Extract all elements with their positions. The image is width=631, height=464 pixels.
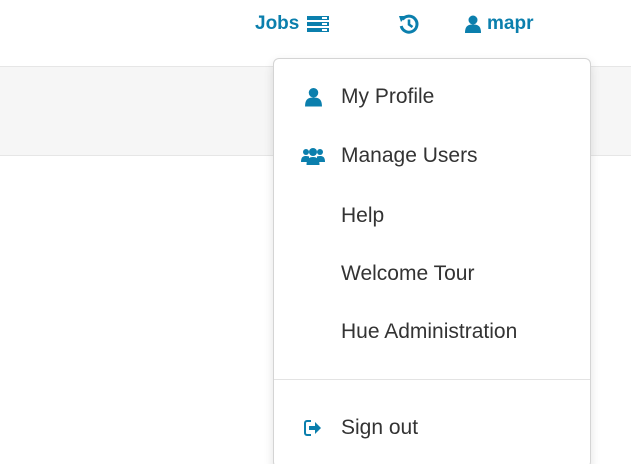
- server-list-icon: [307, 15, 330, 33]
- menu-item-hue-administration[interactable]: Hue Administration: [274, 308, 590, 356]
- menu-item-label: My Profile: [341, 85, 435, 108]
- menu-item-help[interactable]: Help: [274, 192, 590, 240]
- page: Jobs mapr My Profile Manage Users Help W…: [0, 0, 631, 464]
- menu-item-label: Welcome Tour: [341, 262, 475, 285]
- top-navigation: Jobs mapr: [0, 0, 631, 50]
- menu-item-label: Hue Administration: [341, 320, 518, 343]
- user-menu-button[interactable]: mapr: [465, 9, 533, 39]
- menu-item-label: Manage Users: [341, 144, 478, 167]
- history-icon: [398, 13, 420, 35]
- user-dropdown-menu: My Profile Manage Users Help Welcome Tou…: [273, 58, 591, 464]
- users-icon: [300, 147, 326, 166]
- menu-item-label: Help: [341, 204, 385, 227]
- menu-item-label: Sign out: [341, 416, 419, 439]
- user-icon: [465, 15, 481, 33]
- user-name: mapr: [487, 13, 534, 34]
- menu-item-my-profile[interactable]: My Profile: [274, 73, 590, 121]
- user-icon: [300, 88, 326, 107]
- menu-item-sign-out[interactable]: Sign out: [274, 404, 590, 452]
- jobs-label: Jobs: [255, 13, 300, 34]
- history-button[interactable]: [398, 9, 420, 39]
- menu-item-manage-users[interactable]: Manage Users: [274, 132, 590, 180]
- menu-item-welcome-tour[interactable]: Welcome Tour: [274, 250, 590, 298]
- sign-out-icon: [300, 420, 326, 436]
- menu-divider: [274, 379, 590, 380]
- jobs-button[interactable]: Jobs: [255, 9, 330, 39]
